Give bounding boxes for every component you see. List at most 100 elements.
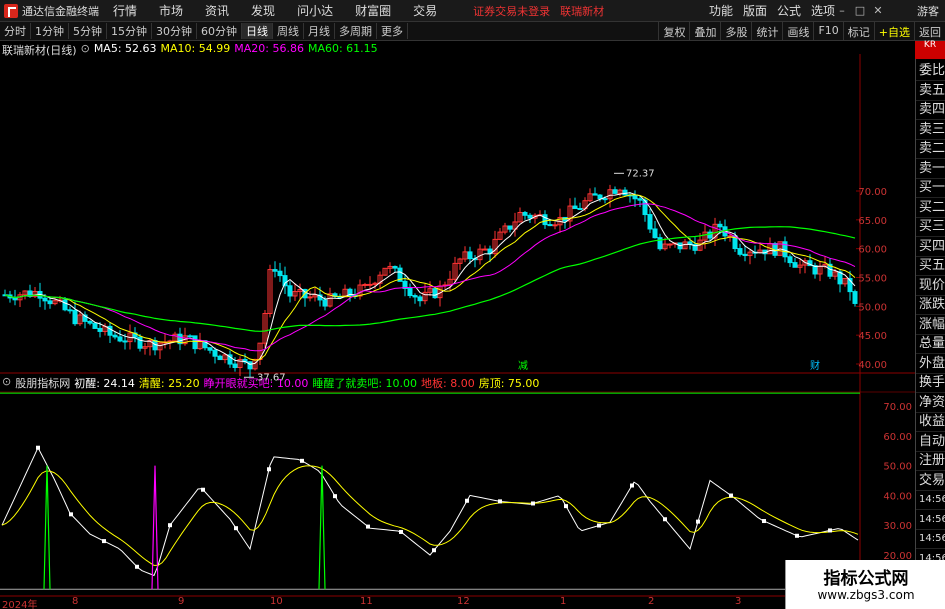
candle-body (97, 327, 103, 332)
period-weekly[interactable]: 周线 (273, 23, 304, 39)
signal-dot (828, 528, 832, 533)
side-panel-item[interactable]: 卖五 (916, 81, 945, 101)
side-panel-item[interactable]: 14:56 (916, 529, 945, 549)
candle-body (707, 231, 713, 239)
menu-market[interactable]: 市场 (159, 2, 183, 19)
axis-labels: 70.00 65.00 60.00 55.00 50.00 45.00 40.00 70.00… (244, 168, 912, 562)
signal-dot (267, 467, 271, 472)
side-panel-item[interactable]: 总量 (916, 334, 945, 354)
candle-body (602, 198, 608, 201)
candle-body (322, 299, 328, 307)
menu-wealth[interactable]: 财富圈 (355, 2, 391, 19)
kr-badge: KR (915, 41, 945, 59)
kline-chart[interactable]: 70.00 65.00 60.00 55.00 50.00 45.00 40.00 70.00… (0, 41, 915, 609)
price-tick-label: 50.00 (858, 302, 887, 313)
side-panel-item[interactable]: 换手 (916, 373, 945, 393)
side-panel-item[interactable]: 注册 (916, 451, 945, 471)
restore-rights-button[interactable]: 复权 (658, 22, 689, 41)
signal-dot (762, 519, 766, 524)
side-panel-item[interactable]: 涨幅 (916, 315, 945, 335)
side-panel-item[interactable]: 净资 (916, 393, 945, 413)
period-intraday[interactable]: 分时 (0, 23, 31, 39)
side-panel-item[interactable]: 卖三 (916, 120, 945, 140)
side-panel-item[interactable]: 委比 (916, 61, 945, 81)
sober-line (1, 465, 859, 566)
price-tick-label: 70.00 (858, 187, 887, 198)
side-panel-item[interactable]: 现价 (916, 276, 945, 296)
awake-line (1, 446, 859, 577)
indicator-tick-label: 70.00 (883, 402, 912, 413)
signal-dot (531, 501, 535, 506)
candle-body (217, 355, 223, 361)
guest-label[interactable]: 游客 (917, 3, 939, 19)
side-panel-item[interactable]: 卖四 (916, 100, 945, 120)
side-panel-item[interactable]: 14:56 (916, 510, 945, 530)
f10-button[interactable]: F10 (813, 22, 842, 41)
mark-button[interactable]: 标记 (842, 22, 874, 41)
side-panel-item[interactable]: 买三 (916, 217, 945, 237)
period-multi[interactable]: 多周期 (335, 23, 377, 39)
candles (2, 184, 858, 377)
side-panel-item[interactable]: 交易 (916, 471, 945, 491)
side-panel-item[interactable]: 买二 (916, 198, 945, 218)
side-panel-item[interactable]: 买一 (916, 178, 945, 198)
stats-button[interactable]: 统计 (751, 22, 782, 41)
candle-body (122, 340, 128, 343)
side-panel-item[interactable]: 14:56 (916, 490, 945, 510)
menu-ask[interactable]: 问小达 (297, 2, 333, 19)
period-1min[interactable]: 1分钟 (31, 23, 69, 39)
stock-link[interactable]: 联瑞新材 (560, 3, 604, 19)
candle-body (527, 214, 533, 219)
candle-body (367, 283, 373, 286)
candle-body (522, 211, 528, 216)
candle-body (272, 269, 278, 272)
menu-options[interactable]: 选项 (811, 2, 835, 19)
candle-body (277, 270, 283, 277)
indicator-tick-label: 50.00 (883, 462, 912, 473)
login-notice[interactable]: 证券交易未登录 (473, 3, 550, 19)
back-button[interactable]: 返回 (914, 22, 945, 41)
period-daily[interactable]: 日线 (242, 23, 273, 39)
ma20-line (4, 203, 856, 352)
watermark: 指标公式网 www.zbgs3.com (785, 560, 945, 609)
side-panel-item[interactable]: 买四 (916, 237, 945, 257)
period-monthly[interactable]: 月线 (304, 23, 335, 39)
candle-body (742, 253, 748, 257)
x-label: 3 (735, 596, 742, 607)
menu-discover[interactable]: 发现 (251, 2, 275, 19)
signal-spike (318, 465, 326, 590)
side-panel-item[interactable]: 买五 (916, 256, 945, 276)
multi-stock-button[interactable]: 多股 (720, 22, 751, 41)
period-5min[interactable]: 5分钟 (69, 23, 107, 39)
period-60min[interactable]: 60分钟 (197, 23, 242, 39)
toolbar-right: 复权 叠加 多股 统计 画线 F10 标记 +自选 返回 (658, 22, 945, 41)
indicator-tick-label: 60.00 (883, 432, 912, 443)
signal-dot (102, 539, 106, 544)
side-panel-item[interactable]: 卖一 (916, 159, 945, 179)
menu-function[interactable]: 功能 (709, 2, 733, 19)
candle-body (542, 214, 548, 226)
period-more[interactable]: 更多 (377, 23, 408, 39)
period-30min[interactable]: 30分钟 (152, 23, 197, 39)
side-panel-item[interactable]: 卖二 (916, 139, 945, 159)
menu-quotes[interactable]: 行情 (113, 2, 137, 19)
side-panel-item[interactable]: 涨跌 (916, 295, 945, 315)
menu-layout[interactable]: 版面 (743, 2, 767, 19)
maximize-icon[interactable]: □ (853, 4, 867, 18)
draw-line-button[interactable]: 画线 (782, 22, 813, 41)
candle-body (187, 335, 193, 338)
add-watchlist-button[interactable]: +自选 (873, 22, 914, 41)
overlay-button[interactable]: 叠加 (689, 22, 720, 41)
x-label: 2 (648, 596, 655, 607)
close-icon[interactable]: ✕ (871, 4, 885, 18)
period-15min[interactable]: 15分钟 (107, 23, 152, 39)
menu-news[interactable]: 资讯 (205, 2, 229, 19)
menu-formula[interactable]: 公式 (777, 2, 801, 19)
side-panel-item[interactable]: 收益 (916, 412, 945, 432)
minimize-icon[interactable]: – (835, 4, 849, 18)
candle-body (852, 291, 858, 304)
candle-body (572, 205, 578, 209)
side-panel-item[interactable]: 自动 (916, 432, 945, 452)
menu-trade[interactable]: 交易 (413, 2, 437, 19)
side-panel-item[interactable]: 外盘 (916, 354, 945, 374)
